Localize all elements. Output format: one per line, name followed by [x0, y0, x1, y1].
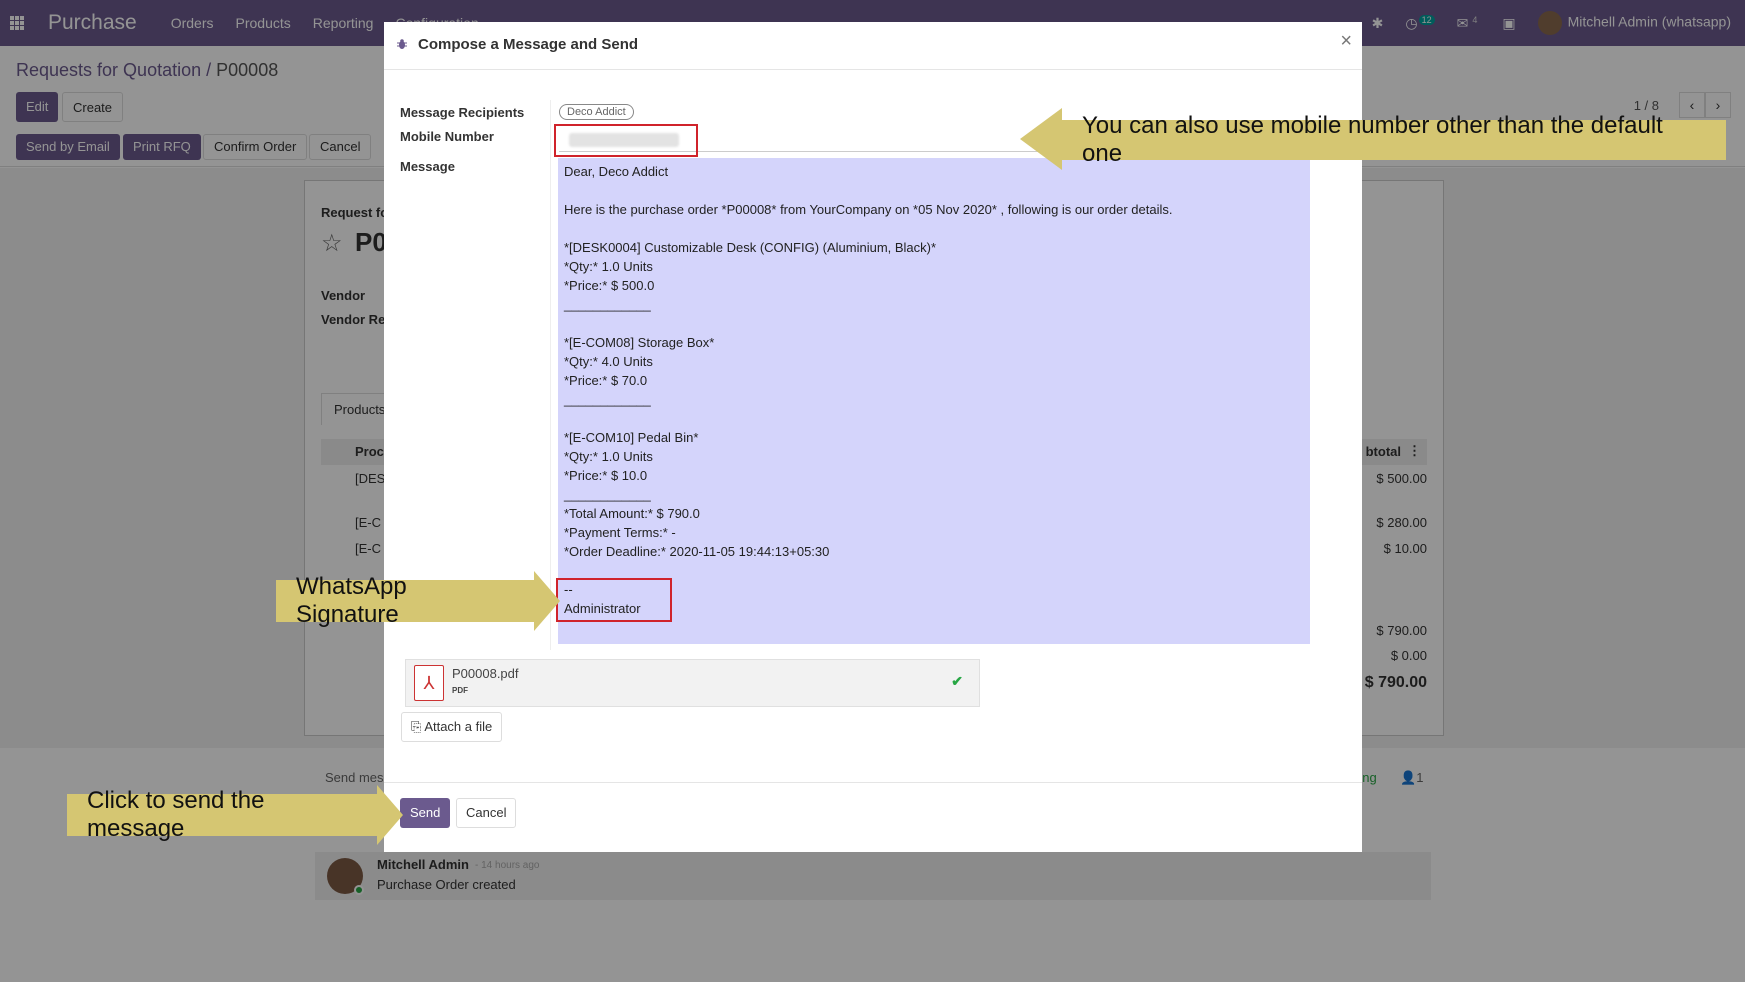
mobile-highlight-box	[554, 124, 698, 157]
close-icon[interactable]: ×	[1340, 30, 1352, 53]
dialog-title: Compose a Message and Send	[418, 36, 639, 53]
recipient-tag[interactable]: Deco Addict	[559, 104, 634, 120]
send-callout: Click to send the message	[67, 787, 377, 842]
send-callout-text: Click to send the message	[87, 787, 265, 842]
attachment-name: P00008.pdf	[452, 666, 519, 681]
send-callout-arrow	[377, 785, 403, 845]
mobile-callout-arrow	[1020, 108, 1062, 170]
pdf-file-icon: ⅄	[414, 665, 444, 701]
recipients-label: Message Recipients	[400, 105, 525, 120]
message-textarea[interactable]: Dear, Deco Addict Here is the purchase o…	[558, 158, 1310, 644]
dialog-header: Compose a Message and Send ×	[384, 22, 1362, 70]
signature-highlight-box	[556, 578, 672, 622]
send-button[interactable]: Send	[400, 798, 451, 828]
attach-file-button[interactable]: ⎘ Attach a file	[401, 712, 503, 742]
mobile-callout-text: You can also use mobile number other tha…	[1082, 112, 1663, 167]
cancel-button[interactable]: Cancel	[456, 798, 517, 828]
bug-icon	[397, 39, 407, 49]
mobile-callout: You can also use mobile number other tha…	[1062, 112, 1726, 167]
attachment-type: PDF	[452, 686, 468, 695]
dialog-footer: Send Cancel	[384, 782, 1362, 852]
mobile-number-label: Mobile Number	[400, 129, 494, 144]
check-icon: ✔	[951, 673, 963, 689]
paperclip-icon: ⎘	[411, 719, 422, 734]
signature-callout: WhatsApp Signature	[276, 573, 534, 628]
label-divider	[550, 100, 551, 650]
signature-callout-arrow	[534, 571, 560, 631]
message-label: Message	[400, 159, 455, 174]
signature-callout-text: WhatsApp Signature	[296, 573, 407, 628]
attach-file-label: Attach a file	[424, 719, 493, 734]
attachment-card[interactable]: ⅄ P00008.pdf PDF ✔	[405, 659, 980, 707]
